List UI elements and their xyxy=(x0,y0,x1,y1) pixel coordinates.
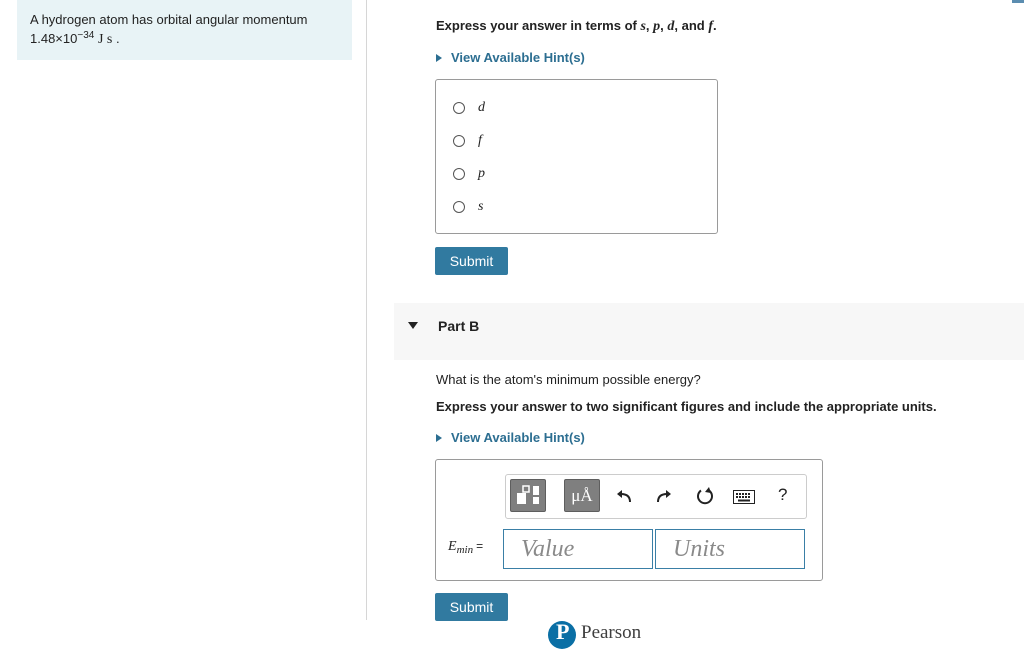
redo-icon[interactable] xyxy=(654,488,672,511)
units-input[interactable]: Units xyxy=(655,529,805,569)
radio-button[interactable] xyxy=(453,201,465,213)
part-a-hint-link[interactable]: View Available Hint(s) xyxy=(436,50,585,65)
problem-text: A hydrogen atom has orbital angular mome… xyxy=(30,12,308,27)
radio-button[interactable] xyxy=(453,135,465,147)
units-icon[interactable]: μÅ xyxy=(564,479,600,512)
corner-mark xyxy=(1012,0,1024,3)
choice-d[interactable]: d xyxy=(453,99,485,117)
problem-units: J s xyxy=(97,32,113,47)
part-a-instruction: Express your answer in terms of s, p, d,… xyxy=(436,18,717,34)
answer-lhs: Emin = xyxy=(448,539,484,556)
part-b-question: What is the atom's minimum possible ener… xyxy=(436,372,701,387)
choice-s[interactable]: s xyxy=(453,198,483,216)
part-b-submit-button[interactable]: Submit xyxy=(435,593,508,621)
keyboard-icon[interactable] xyxy=(733,490,755,509)
part-b-header[interactable] xyxy=(394,303,1024,360)
part-b-hint-link[interactable]: View Available Hint(s) xyxy=(436,430,585,445)
radio-button[interactable] xyxy=(453,102,465,114)
choice-f[interactable]: f xyxy=(453,132,482,150)
choice-list: d f p s xyxy=(435,79,718,234)
pearson-logo: P Pearson xyxy=(548,621,658,651)
templates-icon[interactable] xyxy=(510,479,546,512)
help-icon[interactable]: ? xyxy=(778,485,787,505)
value-input[interactable]: Value xyxy=(503,529,653,569)
problem-value: 1.48×10−34 J s . xyxy=(30,30,120,48)
choice-p[interactable]: p xyxy=(453,165,485,183)
part-a-submit-button[interactable]: Submit xyxy=(435,247,508,275)
expand-triangle-icon xyxy=(436,434,442,442)
collapse-triangle-icon[interactable] xyxy=(408,322,418,329)
pearson-logo-icon: P xyxy=(548,621,576,649)
expand-triangle-icon xyxy=(436,54,442,62)
reset-icon[interactable] xyxy=(695,486,715,511)
column-divider xyxy=(366,0,367,620)
radio-button[interactable] xyxy=(453,168,465,180)
pearson-wordmark: Pearson xyxy=(581,622,642,643)
math-toolbar: μÅ ? xyxy=(505,474,807,519)
undo-icon[interactable] xyxy=(616,488,634,511)
problem-statement: A hydrogen atom has orbital angular mome… xyxy=(17,0,352,60)
part-b-instruction: Express your answer to two significant f… xyxy=(436,399,937,414)
part-b-title: Part B xyxy=(438,318,480,334)
